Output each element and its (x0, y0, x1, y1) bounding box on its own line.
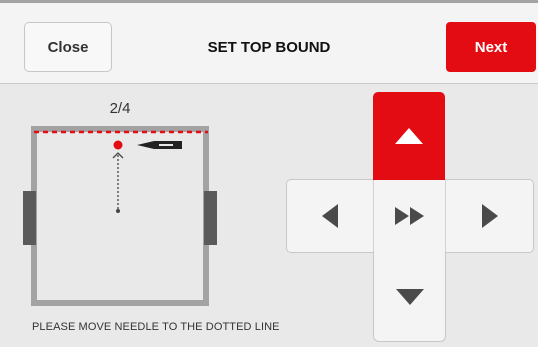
step-indicator: 2/4 (109, 100, 131, 117)
bound-diagram (23, 126, 217, 306)
triangle-right-icon (481, 204, 498, 228)
instruction-text: PLEASE MOVE NEEDLE TO THE DOTTED LINE (32, 321, 280, 333)
move-left-button[interactable] (287, 180, 373, 252)
triangle-left-icon (322, 204, 338, 228)
move-down-button[interactable] (373, 252, 446, 342)
fast-forward-icon (394, 207, 424, 225)
needle-slot (159, 144, 173, 146)
left-clamp (23, 191, 36, 245)
move-up-button[interactable] (373, 92, 445, 180)
next-button-label: Next (474, 38, 508, 56)
triangle-up-icon (395, 128, 423, 144)
move-right-button[interactable] (446, 180, 533, 252)
header-bar: Close SET TOP BOUND Next (0, 3, 538, 84)
triangle-down-icon (395, 289, 424, 305)
needle-position-dot (113, 140, 123, 150)
right-clamp (204, 191, 217, 245)
next-button[interactable]: Next (446, 22, 536, 72)
fast-move-button[interactable] (373, 180, 446, 252)
start-dot (116, 209, 120, 213)
